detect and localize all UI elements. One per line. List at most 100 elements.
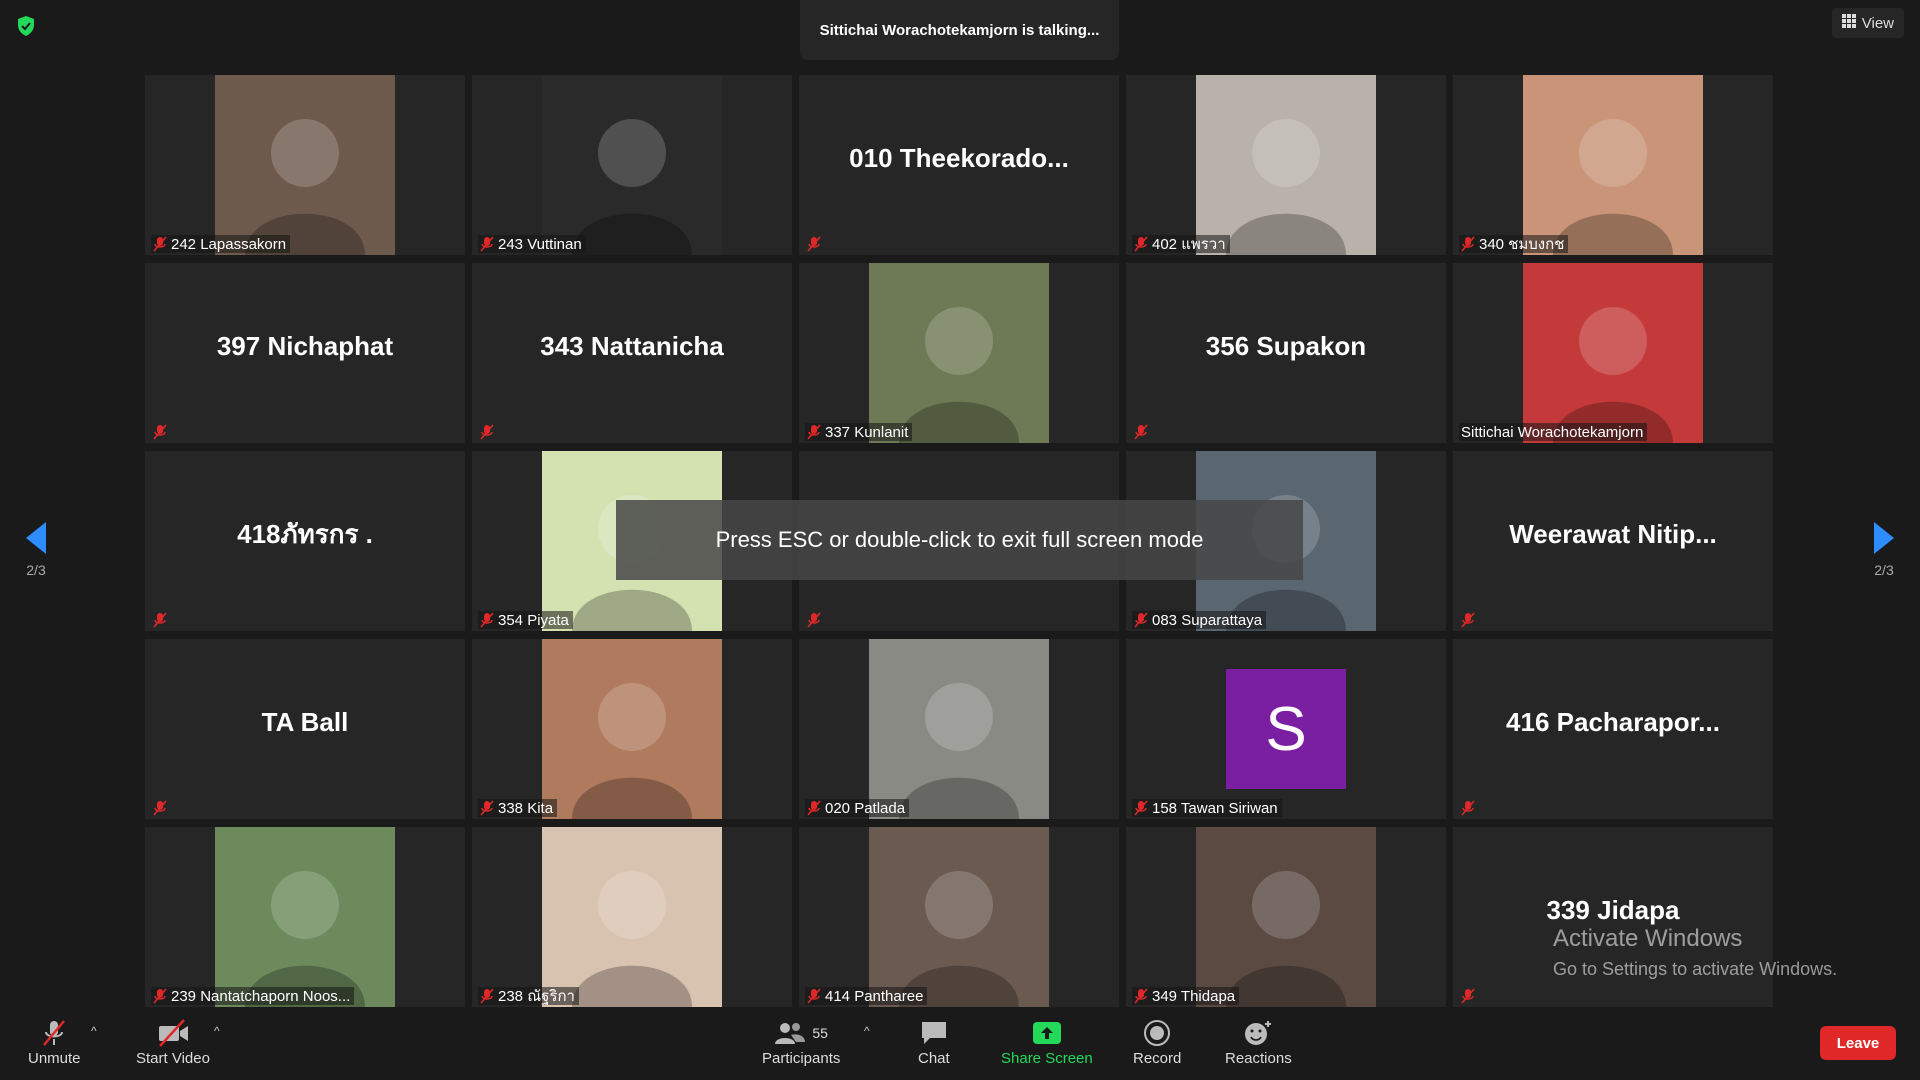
leave-meeting-button[interactable]: Leave — [1820, 1026, 1896, 1060]
page-indicator-left: 2/3 — [26, 562, 46, 578]
participant-label-bar: 242 Lapassakorn — [151, 235, 291, 253]
participant-video — [869, 263, 1049, 443]
participant-label-bar — [1132, 423, 1152, 441]
participant-name-label: 083 Suparattaya — [1152, 611, 1263, 629]
watermark-title: Activate Windows — [1553, 925, 1743, 952]
participant-label-bar: 158 Tawan Siriwan — [1132, 799, 1282, 817]
muted-mic-icon — [1134, 800, 1148, 816]
participant-label-bar: 238 ณัฐริกา — [478, 987, 579, 1005]
participant-tile[interactable]: 020 Patlada — [799, 639, 1119, 819]
participant-label-bar — [151, 799, 171, 817]
participant-label-bar: Sittichai Worachotekamjorn — [1459, 423, 1648, 441]
previous-page-button[interactable]: 2/3 — [6, 520, 66, 580]
muted-mic-icon — [1134, 236, 1148, 252]
muted-mic-icon — [807, 988, 821, 1004]
participant-video — [215, 75, 395, 255]
muted-mic-icon — [1134, 424, 1148, 440]
participant-name-label: 402 แพรวา — [1152, 236, 1226, 253]
participant-tile[interactable]: 397 Nichaphat — [145, 263, 465, 443]
participant-name-label: 243 Vuttinan — [498, 235, 582, 253]
participant-video — [1523, 263, 1703, 443]
view-button[interactable]: View — [1831, 8, 1904, 38]
participant-name-display: 343 Nattanicha — [540, 330, 724, 361]
share-screen-icon — [1032, 1022, 1061, 1044]
muted-mic-icon — [480, 988, 494, 1004]
start-video-button[interactable]: Start Video — [136, 1016, 210, 1067]
participants-button[interactable]: 55 Participants — [762, 1016, 840, 1067]
participant-tile[interactable]: 340 ชมบงกช — [1453, 75, 1773, 255]
unmute-button[interactable]: Unmute — [28, 1016, 81, 1067]
participant-name-label: 354 Piyata — [498, 611, 569, 629]
next-page-button[interactable]: 2/3 — [1854, 520, 1914, 580]
record-button[interactable]: Record — [1133, 1016, 1181, 1067]
reactions-button[interactable]: Reactions — [1225, 1016, 1292, 1067]
share-screen-label: Share Screen — [1001, 1050, 1093, 1067]
participant-tile[interactable]: TA Ball — [145, 639, 465, 819]
participant-tile[interactable]: Sittichai Worachotekamjorn — [1453, 263, 1773, 443]
participant-label-bar — [805, 235, 825, 253]
participant-tile[interactable]: 242 Lapassakorn — [145, 75, 465, 255]
chat-label: Chat — [918, 1050, 950, 1067]
muted-mic-icon — [153, 424, 167, 440]
participant-tile[interactable]: 238 ณัฐริกา — [472, 827, 792, 1007]
participant-name-label: Sittichai Worachotekamjorn — [1461, 423, 1644, 441]
participant-tile[interactable]: 416 Pacharapor... — [1453, 639, 1773, 819]
participant-label-bar — [1459, 611, 1479, 629]
participant-video — [215, 827, 395, 1007]
participant-tile[interactable]: 243 Vuttinan — [472, 75, 792, 255]
activate-windows-watermark: Activate Windows Go to Settings to activ… — [1553, 925, 1837, 980]
meeting-toolbar: Unmute ^ Start Video ^ 55 Participants ^… — [0, 1010, 1920, 1080]
muted-mic-icon — [1461, 236, 1475, 252]
participant-video — [1196, 75, 1376, 255]
participant-tile[interactable]: 338 Kita — [472, 639, 792, 819]
participant-name-label: 238 ณัฐริกา — [498, 988, 575, 1005]
participant-name-display: TA Ball — [261, 706, 349, 737]
participant-name-label: 414 Panthare​e — [825, 987, 924, 1005]
participant-label-bar: 239 Nantatchaporn Noos... — [151, 987, 355, 1005]
participant-tile[interactable]: 402 แพรวา — [1126, 75, 1446, 255]
participant-label-bar: 337 Kunlanit — [805, 423, 913, 441]
participant-label-bar: 354 Piyata — [478, 611, 573, 629]
participant-tile[interactable]: 414 Panthare​e — [799, 827, 1119, 1007]
participant-label-bar — [805, 611, 825, 629]
arrow-left-icon — [26, 522, 46, 554]
participant-video — [542, 75, 722, 255]
audio-options-caret-icon[interactable]: ^ — [91, 1024, 97, 1038]
video-options-caret-icon[interactable]: ^ — [214, 1024, 220, 1038]
participant-tile[interactable]: 337 Kunlanit — [799, 263, 1119, 443]
muted-mic-icon — [1461, 800, 1475, 816]
participants-options-caret-icon[interactable]: ^ — [864, 1024, 870, 1038]
participant-tile[interactable]: 343 Nattanicha — [472, 263, 792, 443]
participant-name-display: 010 Theekorado... — [849, 142, 1069, 173]
participant-name-label: 349 Thidapa — [1152, 987, 1236, 1005]
chat-button[interactable]: Chat — [918, 1016, 950, 1067]
muted-mic-icon — [480, 612, 494, 628]
participant-label-bar: 083 Suparattaya — [1132, 611, 1267, 629]
participant-tile[interactable]: 010 Theekorado... — [799, 75, 1119, 255]
participant-name-label: 020 Patlada — [825, 799, 906, 817]
page-indicator-right: 2/3 — [1874, 562, 1894, 578]
grid-view-icon — [1841, 14, 1856, 32]
participant-name-label: 337 Kunlanit — [825, 423, 909, 441]
participant-tile[interactable]: S 158 Tawan Siriwan — [1126, 639, 1446, 819]
muted-mic-icon — [480, 236, 494, 252]
arrow-right-icon — [1874, 522, 1894, 554]
participant-video — [869, 827, 1049, 1007]
security-shield-icon[interactable] — [14, 14, 38, 38]
participant-tile[interactable]: 339 Jidapa — [1453, 827, 1773, 1007]
participant-name-label: 340 ชมบงกช — [1479, 236, 1565, 253]
participant-name-label: 242 Lapassakorn — [171, 235, 287, 253]
muted-mic-icon — [153, 236, 167, 252]
participant-label-bar: 020 Patlada — [805, 799, 910, 817]
participant-tile[interactable]: 418ภัทรกร . — [145, 451, 465, 631]
share-screen-button[interactable]: Share Screen — [1001, 1016, 1093, 1067]
participant-name-label: 239 Nantatchaporn Noos... — [171, 987, 351, 1005]
participant-tile[interactable]: Weerawat Nitip... — [1453, 451, 1773, 631]
participant-tile[interactable]: 349 Thidapa — [1126, 827, 1446, 1007]
muted-mic-icon — [480, 800, 494, 816]
participant-tile[interactable]: 239 Nantatchaporn Noos... — [145, 827, 465, 1007]
record-icon — [1144, 1020, 1171, 1046]
participant-tile[interactable]: 356 Supakon — [1126, 263, 1446, 443]
muted-mic-icon — [153, 988, 167, 1004]
muted-mic-icon — [480, 424, 494, 440]
